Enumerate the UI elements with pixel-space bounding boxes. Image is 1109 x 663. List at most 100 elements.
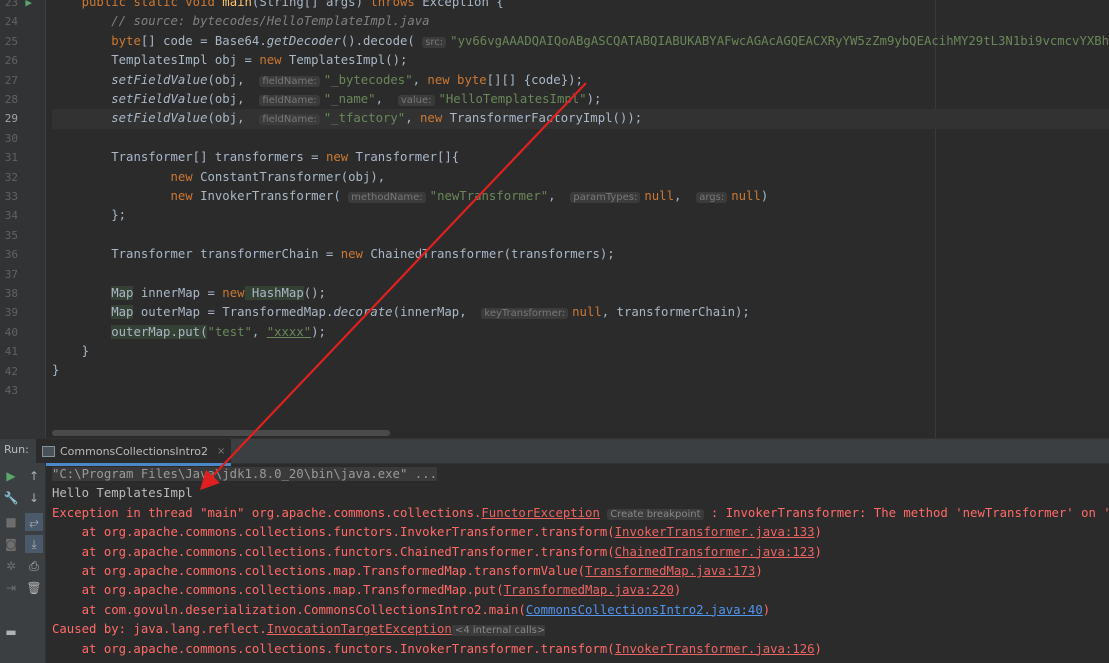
code-line-41[interactable]: } — [52, 342, 1109, 361]
code-line-38[interactable]: Map innerMap = new HashMap(); — [52, 284, 1109, 303]
run-gutter-icon[interactable]: ▶ — [22, 0, 32, 12]
code-token: setFieldValue — [111, 72, 208, 87]
code-token: Map — [111, 285, 134, 300]
code-token: , — [405, 111, 421, 126]
line-number: 34 — [4, 209, 18, 223]
internal-calls-fold[interactable]: <4 internal calls> — [451, 625, 546, 637]
create-breakpoint-button[interactable]: Create breakpoint — [607, 508, 704, 520]
parameter-hint: methodName: — [348, 191, 426, 203]
code-token: , transformerChain); — [601, 305, 750, 320]
scroll-to-end-icon[interactable]: ⤓ — [25, 535, 43, 553]
code-line-33[interactable]: new InvokerTransformer( methodName: "newT… — [52, 187, 1109, 206]
stacktrace-link[interactable]: ChainedTransformer.java:123 — [615, 545, 815, 559]
code-token: Transformer transformerChain = — [111, 247, 341, 262]
stacktrace-link[interactable]: TransformedMap.java:173 — [585, 564, 755, 578]
code-line-25[interactable]: byte[] code = Base64.getDecoder().decode… — [52, 32, 1109, 51]
stop-icon[interactable]: ■ — [2, 513, 20, 531]
console-line: Hello TemplatesImpl — [52, 484, 1109, 503]
layout-icon[interactable]: ▬ — [2, 623, 20, 641]
code-line-31[interactable]: Transformer[] transformers = new Transfo… — [52, 148, 1109, 167]
line-number: 41 — [4, 345, 18, 359]
exception-link[interactable]: FunctorException — [481, 506, 599, 520]
console-line: at com.govuln.deserialization.CommonsCol… — [52, 601, 1109, 620]
code-token: , — [674, 188, 697, 203]
console-text: Caused by: java.lang.reflect. — [52, 622, 267, 637]
line-number: 36 — [4, 248, 18, 262]
code-line-43[interactable] — [52, 381, 1109, 400]
code-line-42[interactable]: } — [52, 361, 1109, 380]
code-line-30[interactable] — [52, 129, 1109, 148]
code-string: "xxxx" — [266, 324, 312, 339]
code-token: ().decode( — [340, 33, 423, 48]
debug-icon[interactable]: ✲ — [2, 557, 20, 575]
code-token: ) — [760, 188, 769, 203]
rerun-icon[interactable]: ▶ — [2, 467, 20, 485]
stacktrace-link[interactable]: InvokerTransformer.java:133 — [615, 525, 815, 539]
parameter-hint: fieldName: — [259, 114, 320, 126]
line-number: 35 — [4, 228, 18, 242]
code-line-36[interactable]: Transformer transformerChain = new Chain… — [52, 245, 1109, 264]
code-line-40[interactable]: outerMap.put("test", "xxxx"); — [52, 323, 1109, 342]
code-line-28[interactable]: setFieldValue(obj, fieldName: "_name", va… — [52, 90, 1109, 109]
code-token: [][] {code}); — [486, 72, 583, 87]
code-token: null — [731, 188, 761, 203]
code-token: TemplatesImpl(); — [281, 53, 408, 68]
parameter-hint: keyTransformer: — [481, 308, 569, 320]
console-text: ) — [673, 583, 682, 598]
code-token: (obj, — [207, 111, 260, 126]
code-token: innerMap = — [133, 285, 223, 300]
run-toolbar-left: ▶ 🔧 ■ ◙ ✲ ⇥ ▬ — [0, 463, 22, 663]
code-line-32[interactable]: new ConstantTransformer(obj), — [52, 168, 1109, 187]
code-line-26[interactable]: TemplatesImpl obj = new TemplatesImpl(); — [52, 51, 1109, 70]
camera-icon[interactable]: ◙ — [2, 535, 20, 553]
trash-icon[interactable]: 🗑 — [25, 579, 43, 597]
console-text: at org.apache.commons.collections.functo… — [52, 544, 615, 559]
console-line: at org.apache.commons.collections.functo… — [52, 543, 1109, 562]
code-token: , — [251, 324, 267, 339]
line-number: 25 — [4, 34, 18, 48]
code-token: main — [222, 0, 252, 9]
code-token: throws — [370, 0, 415, 9]
code-lines[interactable]: public static void main(String[] args) t… — [52, 0, 1109, 400]
code-line-35[interactable] — [52, 226, 1109, 245]
code-line-24[interactable]: // source: bytecodes/HelloTemplateImpl.j… — [52, 12, 1109, 31]
tab-title: CommonsCollectionsIntro2 — [60, 444, 208, 458]
code-line-27[interactable]: setFieldValue(obj, fieldName: "_bytecodes… — [52, 71, 1109, 90]
parameter-hint: src: — [422, 36, 447, 48]
exception-link[interactable]: InvocationTargetException — [267, 622, 452, 636]
arrow-down-icon[interactable]: ↓ — [25, 489, 43, 507]
console-line: at org.apache.commons.collections.map.Tr… — [52, 581, 1109, 600]
code-line-39[interactable]: Map outerMap = TransformedMap.decorate(i… — [52, 303, 1109, 322]
code-token: Transformer[]{ — [348, 150, 460, 165]
tab-run-configuration[interactable]: CommonsCollectionsIntro2 × — [36, 439, 232, 466]
parameter-hint: args: — [696, 191, 728, 203]
print-icon[interactable]: ⎙ — [25, 557, 43, 575]
horizontal-scrollbar[interactable] — [52, 430, 390, 436]
stacktrace-link[interactable]: CommonsCollectionsIntro2.java:40 — [526, 603, 763, 617]
code-token: [] code = Base64. — [140, 33, 267, 48]
console-text: at org.apache.commons.collections.map.Tr… — [52, 563, 586, 578]
line-number: 29 — [4, 112, 18, 126]
code-comment: // source: bytecodes/HelloTemplateImpl.j… — [111, 14, 430, 29]
stacktrace-link[interactable]: InvokerTransformer.java:126 — [615, 642, 815, 656]
parameter-hint: fieldName: — [259, 75, 320, 87]
soft-wrap-icon[interactable]: ⥂ — [25, 513, 43, 531]
stacktrace-link[interactable]: TransformedMap.java:220 — [504, 583, 674, 597]
exit-icon[interactable]: ⇥ — [2, 579, 20, 597]
code-token: new — [427, 72, 450, 87]
code-editor[interactable]: 23 24 25 26 27 28 29 30 31 32 33 34 35 36 37 38 39 40 41 42… — [0, 0, 1109, 438]
code-token: public static void — [81, 0, 223, 9]
wrench-icon[interactable]: 🔧 — [2, 489, 20, 507]
run-tool-window: Run: CommonsCollectionsIntro2 × ▶ 🔧 ■ ◙ … — [0, 438, 1109, 663]
console-text: at org.apache.commons.collections.functo… — [52, 641, 615, 656]
console-output[interactable]: "C:\Program Files\Java\jdk1.8.0_20\bin\j… — [52, 465, 1109, 659]
close-icon[interactable]: × — [217, 446, 225, 457]
code-string: "HelloTemplatesImpl" — [438, 91, 587, 106]
code-line-37[interactable] — [52, 264, 1109, 283]
code-line-34[interactable]: }; — [52, 206, 1109, 225]
arrow-up-icon[interactable]: ↑ — [25, 467, 43, 485]
code-line-29[interactable]: setFieldValue(obj, fieldName: "_tfactory"… — [52, 109, 1109, 129]
console-line: "C:\Program Files\Java\jdk1.8.0_20\bin\j… — [52, 465, 1109, 484]
code-line-23[interactable]: public static void main(String[] args) t… — [52, 0, 1109, 12]
code-token: (); — [303, 285, 326, 300]
